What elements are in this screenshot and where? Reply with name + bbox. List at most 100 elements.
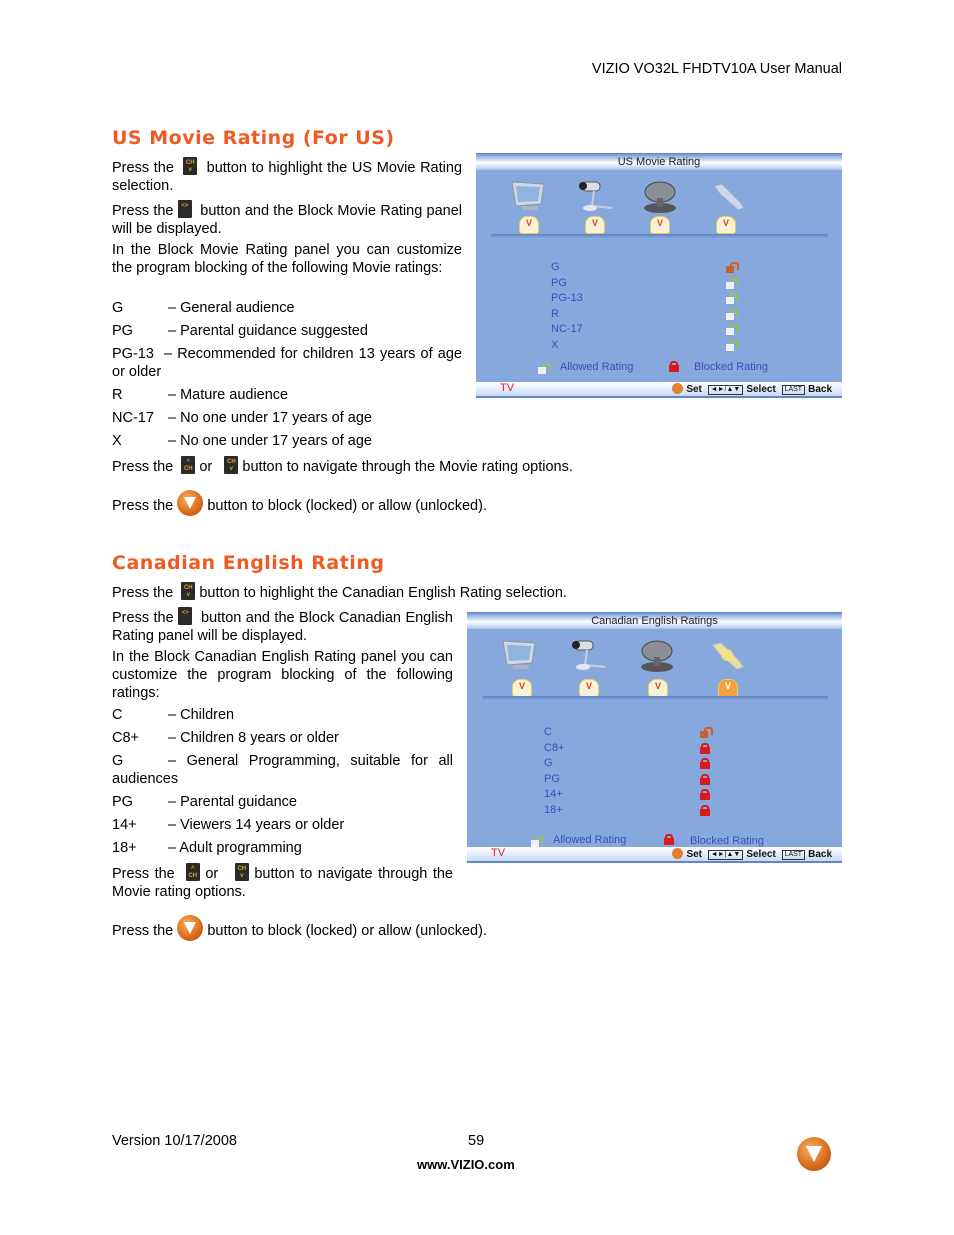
tv-icon[interactable] bbox=[508, 178, 548, 214]
footer-url[interactable]: www.VIZIO.com bbox=[417, 1157, 515, 1172]
us-para-block: Press the button to block (locked) or al… bbox=[112, 490, 487, 516]
rating-code: 14+ bbox=[112, 817, 137, 833]
menu-selector-icon[interactable] bbox=[519, 216, 539, 234]
us-para-highlight: Press the CH v button to highlight the US… bbox=[112, 157, 462, 195]
canadian-english-rating-panel: Canadian English Ratings CC8+GPG14+18+ A… bbox=[467, 612, 842, 863]
panel-rating-label[interactable]: C8+ bbox=[544, 741, 565, 756]
locked-icon[interactable] bbox=[700, 742, 710, 754]
text: button to navigate through the Movie rat… bbox=[242, 459, 573, 475]
panel-rating-label[interactable]: R bbox=[551, 307, 559, 322]
rating-code: PG bbox=[112, 323, 133, 339]
panel-rating-label[interactable]: G bbox=[551, 260, 560, 275]
panel-rating-label[interactable]: C bbox=[544, 725, 552, 740]
hint-back: Back bbox=[808, 849, 832, 860]
legend-blocked: Blocked Rating bbox=[690, 835, 764, 847]
panel-footer-bar: TV Set ◄►/▲▼ Select LAST Back bbox=[476, 382, 842, 398]
us-section-title: US Movie Rating (For US) bbox=[112, 127, 395, 149]
rating-row: PG – Parental guidance suggested bbox=[112, 322, 462, 340]
text: button to highlight the Canadian English… bbox=[199, 585, 567, 601]
tv-icon[interactable] bbox=[499, 637, 539, 673]
text: Press the bbox=[112, 498, 174, 514]
unlocked-icon[interactable] bbox=[726, 262, 739, 273]
rating-row: PG – Parental guidance bbox=[112, 793, 453, 811]
panel-rating-label[interactable]: 14+ bbox=[544, 787, 563, 802]
footer-version: Version 10/17/2008 bbox=[112, 1133, 237, 1149]
unlocked-icon[interactable] bbox=[700, 727, 713, 738]
volume-right-button-icon: <> bbox=[178, 607, 193, 625]
menu-selector-icon[interactable] bbox=[512, 679, 532, 697]
ch-down-button-icon: CH v bbox=[234, 863, 249, 881]
blocked-lock-legend-icon bbox=[669, 361, 679, 372]
rating-code: R bbox=[112, 387, 123, 403]
panel-rating-label[interactable]: NC-17 bbox=[551, 322, 583, 337]
ch-down-button-icon: CH v bbox=[181, 582, 196, 600]
menu-selector-icon[interactable] bbox=[716, 216, 736, 234]
rating-row: 18+ – Adult programming bbox=[112, 839, 453, 857]
text: Press the bbox=[112, 459, 174, 475]
panel-rating-label[interactable]: PG bbox=[551, 276, 567, 291]
last-key-icon: LAST bbox=[781, 850, 806, 860]
rating-row: G – General Programming, suitable for all… bbox=[112, 752, 453, 788]
ca-para-block: Press the button to block (locked) or al… bbox=[112, 915, 487, 941]
locked-icon[interactable] bbox=[700, 758, 710, 769]
rating-row: C8+ – Children 8 years or older bbox=[112, 729, 453, 747]
microphone-icon[interactable] bbox=[576, 178, 616, 214]
menu-selector-icon[interactable] bbox=[648, 679, 668, 697]
text: Press the bbox=[112, 585, 174, 601]
rating-desc: – Parental guidance suggested bbox=[168, 323, 368, 339]
rating-code: X bbox=[112, 433, 122, 449]
us-para-display: Press the <> button and the Block Movie … bbox=[112, 200, 462, 238]
microphone-icon[interactable] bbox=[569, 637, 609, 673]
menu-selector-icon-active[interactable] bbox=[718, 679, 738, 697]
locked-icon[interactable] bbox=[700, 804, 710, 816]
us-para-navigate: Press the ^ CH or CH v button to navigate … bbox=[112, 456, 573, 476]
panel-rating-label[interactable]: 18+ bbox=[544, 803, 563, 818]
hint-set: Set bbox=[686, 849, 703, 860]
hint-select: Select bbox=[746, 849, 776, 860]
menu-selector-icon[interactable] bbox=[650, 216, 670, 234]
menu-selector-icon[interactable] bbox=[579, 679, 599, 697]
rating-code: G bbox=[112, 753, 124, 769]
rating-desc: – General audience bbox=[168, 300, 295, 316]
satellite-dish-icon[interactable] bbox=[640, 178, 680, 214]
rating-row: C – Children bbox=[112, 706, 453, 724]
panel-rating-label[interactable]: G bbox=[544, 756, 553, 771]
unlocked-icon[interactable] bbox=[726, 324, 739, 335]
locked-icon[interactable] bbox=[700, 773, 710, 785]
menu-selector-icon[interactable] bbox=[585, 216, 605, 234]
rating-code: NC-17 bbox=[112, 410, 154, 426]
arrow-keys-icon: ◄►|▲▼ bbox=[707, 850, 744, 860]
unlocked-icon[interactable] bbox=[726, 339, 739, 351]
panel-divider bbox=[482, 696, 828, 701]
rating-code: G bbox=[112, 300, 124, 316]
rating-code: PG-13 bbox=[112, 346, 154, 362]
panel-hints: Set ◄►|▲▼ Select LAST Back bbox=[672, 848, 832, 860]
satellite-dish-icon[interactable] bbox=[637, 637, 677, 673]
panel-rating-label[interactable]: PG-13 bbox=[551, 291, 583, 306]
panel-rating-label[interactable]: X bbox=[551, 338, 558, 353]
last-key-icon: LAST bbox=[781, 385, 806, 395]
ca-para-navigate: Press the ^ CH or CH v button to navigate … bbox=[112, 863, 453, 901]
wrench-icon[interactable] bbox=[708, 178, 748, 214]
text: Press the bbox=[112, 923, 174, 939]
rating-desc: – Parental guidance bbox=[168, 794, 297, 810]
rating-desc: – No one under 17 years of age bbox=[168, 433, 372, 449]
panel-rating-label[interactable]: PG bbox=[544, 772, 560, 787]
allowed-lock-legend-icon bbox=[538, 363, 551, 374]
text: Press the bbox=[112, 160, 174, 176]
panel-divider bbox=[491, 234, 828, 239]
rating-desc: – Recommended for children 13 years of a… bbox=[112, 346, 462, 380]
vizio-logo-icon bbox=[797, 1137, 831, 1171]
rating-desc: – Mature audience bbox=[168, 387, 289, 403]
wrench-icon[interactable] bbox=[707, 637, 747, 673]
ca-para-display: Press the <> button and the Block Canadi… bbox=[112, 607, 453, 645]
text: button to block (locked) or allow (unloc… bbox=[207, 498, 487, 514]
allowed-lock-legend-icon bbox=[531, 836, 544, 847]
locked-icon[interactable] bbox=[700, 789, 710, 800]
unlocked-icon[interactable] bbox=[726, 277, 739, 289]
vizio-v-button-icon bbox=[177, 915, 204, 941]
unlocked-icon[interactable] bbox=[726, 293, 739, 304]
unlocked-icon[interactable] bbox=[726, 308, 739, 320]
text: Press the bbox=[112, 610, 174, 626]
rating-row: PG-13– Recommended for children 13 years… bbox=[112, 345, 462, 381]
